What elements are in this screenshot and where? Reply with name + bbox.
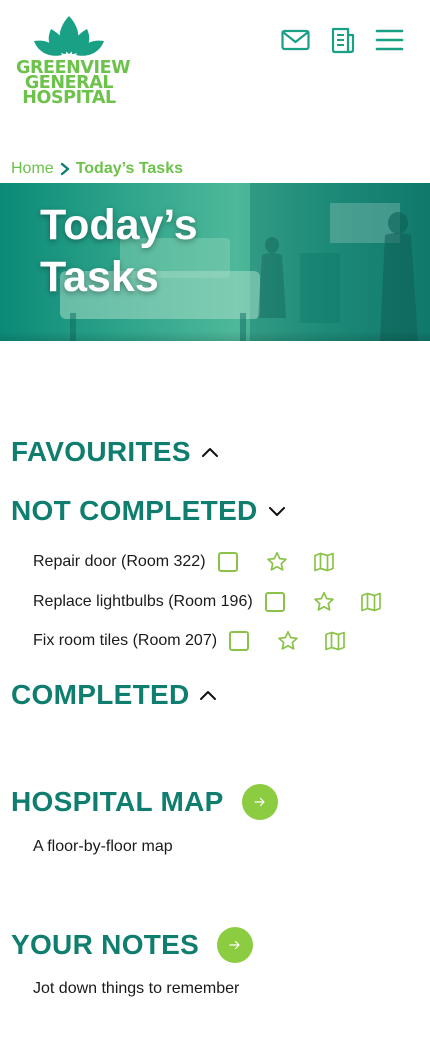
hospital-map-title: HOSPITAL MAP (11, 786, 224, 817)
arrow-right-icon (253, 797, 265, 807)
star-icon[interactable] (313, 591, 335, 613)
section-completed[interactable]: COMPLETED (11, 679, 217, 711)
breadcrumb-current: Today’s Tasks (75, 160, 183, 177)
task-label: Fix room tiles (Room 207) (33, 632, 218, 649)
your-notes-title: YOUR NOTES (11, 929, 200, 960)
task-checkbox[interactable] (217, 552, 238, 572)
site-header: GREENVIEW GENERAL HOSPITAL (0, 0, 430, 150)
task-checkbox[interactable] (264, 592, 285, 612)
chevron-up-icon (201, 448, 218, 457)
menu-icon[interactable] (375, 26, 404, 54)
task-row: Fix room tiles (Room 207) (33, 629, 346, 653)
chevron-up-icon (200, 691, 217, 700)
logo-wordmark: GREENVIEW GENERAL HOSPITAL (16, 59, 131, 108)
section-completed-title: COMPLETED (11, 679, 190, 710)
star-icon[interactable] (277, 630, 299, 652)
chevron-right-icon (60, 162, 69, 176)
hospital-logo[interactable]: GREENVIEW GENERAL HOSPITAL (16, 14, 131, 108)
section-favourites[interactable]: FAVOURITES (11, 436, 219, 468)
map-icon[interactable] (313, 551, 335, 573)
map-icon[interactable] (324, 630, 346, 652)
map-icon[interactable] (360, 591, 382, 613)
task-row: Repair door (Room 322) (33, 550, 335, 574)
your-notes-button[interactable] (217, 927, 254, 963)
your-notes-link[interactable]: YOUR NOTES (11, 927, 254, 963)
your-notes-description: Jot down things to remember (33, 980, 240, 997)
logo-line-3: HOSPITAL (22, 88, 116, 108)
arrow-right-icon (229, 940, 240, 950)
section-not-completed-title: NOT COMPLETED (11, 495, 258, 526)
task-label: Replace lightbulbs (Room 196) (33, 593, 253, 610)
mail-icon[interactable] (281, 26, 310, 54)
breadcrumb-home-link[interactable]: Home (11, 160, 54, 178)
section-favourites-title: FAVOURITES (11, 436, 191, 467)
notes-icon[interactable] (328, 26, 357, 54)
hospital-map-button[interactable] (241, 784, 278, 820)
section-not-completed[interactable]: NOT COMPLETED (11, 495, 286, 527)
leaf-logo-icon (34, 16, 104, 56)
task-row: Replace lightbulbs (Room 196) (33, 590, 382, 614)
hero-title: Today’s Tasks (40, 201, 198, 301)
hospital-map-link[interactable]: HOSPITAL MAP (11, 784, 278, 820)
breadcrumb: Home Today’s Tasks (11, 160, 183, 178)
chevron-down-icon (268, 507, 285, 516)
star-icon[interactable] (266, 551, 288, 573)
task-checkbox[interactable] (229, 631, 250, 651)
header-actions (281, 26, 404, 54)
hospital-map-description: A floor-by-floor map (33, 838, 173, 855)
hero-banner: Today’s Tasks (0, 183, 430, 341)
hero-shadow (0, 331, 430, 341)
task-label: Repair door (Room 322) (33, 553, 206, 570)
